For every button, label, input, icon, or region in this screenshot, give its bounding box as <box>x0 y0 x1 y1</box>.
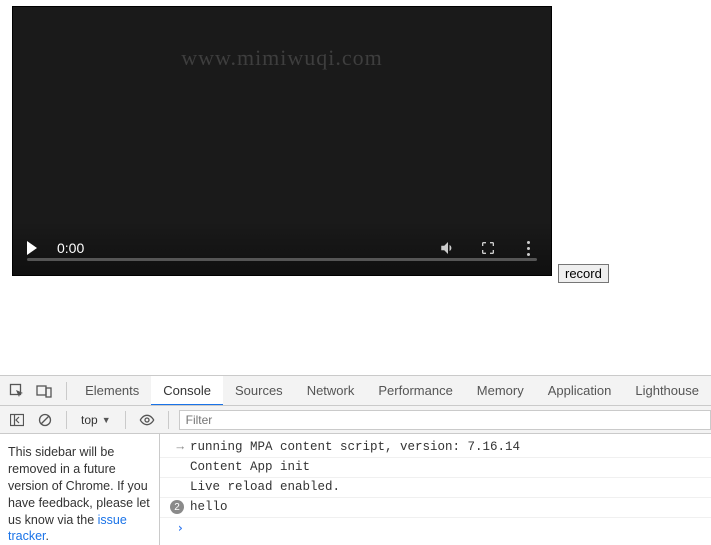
console-body: This sidebar will be removed in a future… <box>0 434 711 545</box>
sidebar-toggle-icon[interactable] <box>6 409 28 431</box>
record-button[interactable]: record <box>558 264 609 283</box>
video-player[interactable]: www.mimiwuqi.com 0:00 <box>12 6 552 276</box>
log-text: running MPA content script, version: 7.1… <box>190 440 520 454</box>
prompt-chevron-icon: › <box>176 520 184 535</box>
log-line: 2 hello <box>160 498 711 518</box>
tab-application[interactable]: Application <box>536 376 624 406</box>
log-text: hello <box>190 500 228 514</box>
console-log-list: → running MPA content script, version: 7… <box>160 434 711 545</box>
log-line: Content App init <box>160 458 711 478</box>
divider <box>66 411 67 429</box>
divider <box>66 382 67 400</box>
log-text: Content App init <box>190 460 310 474</box>
volume-icon[interactable] <box>439 239 457 257</box>
video-watermark: www.mimiwuqi.com <box>13 45 551 71</box>
more-icon[interactable] <box>519 239 537 257</box>
fullscreen-icon[interactable] <box>479 239 497 257</box>
log-line: → running MPA content script, version: 7… <box>160 438 711 458</box>
chevron-down-icon: ▼ <box>102 415 111 425</box>
video-time: 0:00 <box>57 240 84 256</box>
tab-lighthouse[interactable]: Lighthouse <box>623 376 711 406</box>
play-icon[interactable] <box>27 241 37 255</box>
console-toolbar: top ▼ <box>0 406 711 434</box>
context-selector[interactable]: top ▼ <box>77 413 115 427</box>
log-arrow-icon: → <box>176 440 184 454</box>
devtools-tabrow: Elements Console Sources Network Perform… <box>0 376 711 406</box>
log-text: Live reload enabled. <box>190 480 340 494</box>
device-toggle-icon[interactable] <box>33 380 54 402</box>
divider <box>168 411 169 429</box>
divider <box>125 411 126 429</box>
filter-input[interactable] <box>179 410 711 430</box>
sidebar-deprecation-message: This sidebar will be removed in a future… <box>0 434 160 545</box>
log-line: Live reload enabled. <box>160 478 711 498</box>
sidebar-text: This sidebar will be removed in a future… <box>8 445 150 527</box>
tab-performance[interactable]: Performance <box>366 376 464 406</box>
console-prompt[interactable]: › <box>160 518 711 538</box>
context-label: top <box>81 413 98 427</box>
live-expression-icon[interactable] <box>136 409 158 431</box>
tab-memory[interactable]: Memory <box>465 376 536 406</box>
video-controls: 0:00 <box>13 221 551 275</box>
tab-elements[interactable]: Elements <box>73 376 151 406</box>
devtools-panel: Elements Console Sources Network Perform… <box>0 375 711 545</box>
repeat-count-badge: 2 <box>170 500 184 514</box>
page-area: www.mimiwuqi.com 0:00 record <box>0 0 711 375</box>
clear-console-icon[interactable] <box>34 409 56 431</box>
inspect-icon[interactable] <box>6 380 27 402</box>
tab-sources[interactable]: Sources <box>223 376 295 406</box>
video-progress[interactable] <box>27 258 537 261</box>
tab-network[interactable]: Network <box>295 376 367 406</box>
tab-console[interactable]: Console <box>151 376 223 406</box>
